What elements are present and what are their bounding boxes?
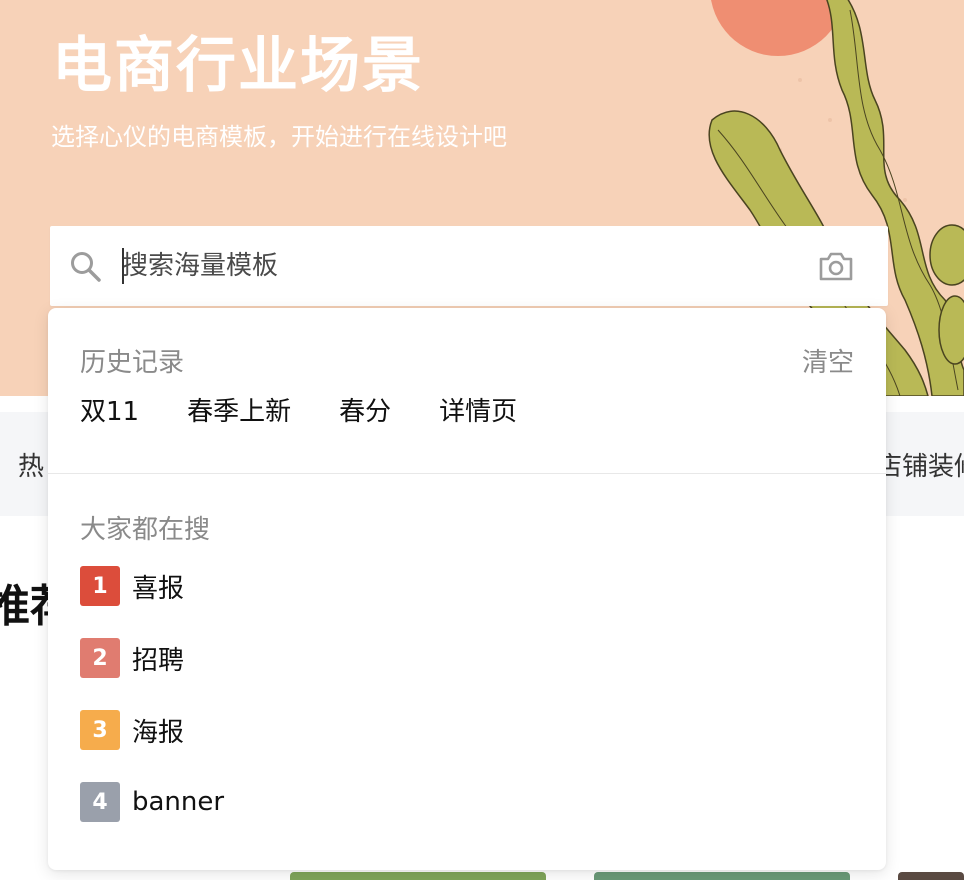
history-item[interactable]: 详情页 (439, 394, 517, 430)
history-header: 历史记录 (80, 348, 185, 378)
template-thumbnail[interactable] (898, 872, 964, 880)
search-icon (71, 252, 101, 282)
popular-search-label: 海报 (132, 717, 185, 748)
history-item[interactable]: 春分 (339, 394, 391, 430)
popular-search-item[interactable]: 1 喜报 (80, 566, 224, 606)
popular-searches-header: 大家都在搜 (80, 515, 211, 545)
popular-search-label: 喜报 (132, 573, 185, 604)
popular-searches-list: 1 喜报 2 招聘 3 海报 4 banner (80, 566, 224, 854)
camera-icon[interactable] (818, 250, 854, 282)
template-thumbnail[interactable] (594, 872, 850, 880)
rank-badge: 4 (80, 782, 120, 822)
history-item[interactable]: 双11 (80, 394, 139, 430)
search-box[interactable] (50, 226, 888, 306)
page-subtitle: 选择心仪的电商模板，开始进行在线设计吧 (51, 123, 507, 151)
text-caret (122, 248, 124, 284)
history-item[interactable]: 春季上新 (187, 394, 291, 430)
popular-search-item[interactable]: 2 招聘 (80, 638, 224, 678)
template-thumbnail[interactable] (290, 872, 546, 880)
history-list: 双11 春季上新 春分 详情页 (80, 394, 565, 430)
rank-badge: 3 (80, 710, 120, 750)
rank-badge: 1 (80, 566, 120, 606)
divider (48, 473, 886, 474)
popular-search-item[interactable]: 3 海报 (80, 710, 224, 750)
search-input[interactable] (122, 244, 802, 288)
clear-history-button[interactable]: 清空 (802, 342, 854, 379)
popular-search-label: banner (132, 787, 225, 817)
search-suggestions-dropdown: 历史记录 清空 双11 春季上新 春分 详情页 大家都在搜 1 喜报 2 招聘 … (48, 308, 886, 870)
rank-badge: 2 (80, 638, 120, 678)
popular-search-label: 招聘 (132, 645, 185, 676)
category-tab-store-decoration[interactable]: 店铺装修 (876, 446, 964, 483)
popular-search-item[interactable]: 4 banner (80, 782, 224, 822)
page-title: 电商行业场景 (52, 31, 424, 101)
category-tab-hot[interactable]: 热 (18, 446, 44, 483)
